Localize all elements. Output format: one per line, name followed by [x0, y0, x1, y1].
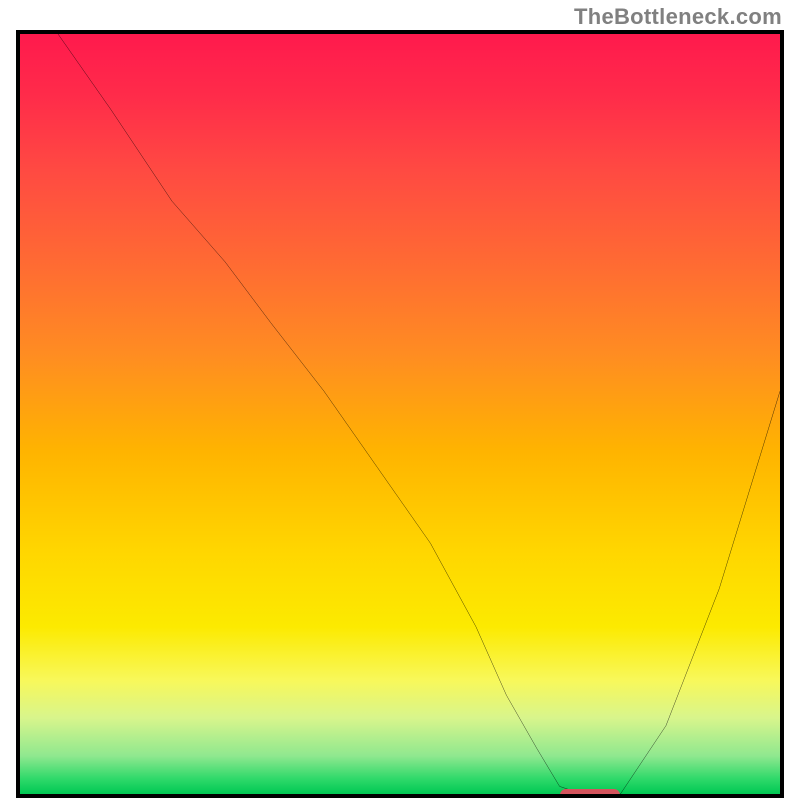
plot-area: [20, 34, 780, 794]
watermark-text: TheBottleneck.com: [574, 4, 782, 30]
optimum-marker: [560, 789, 621, 794]
chart-frame: [16, 30, 784, 798]
bottleneck-curve: [20, 34, 780, 794]
